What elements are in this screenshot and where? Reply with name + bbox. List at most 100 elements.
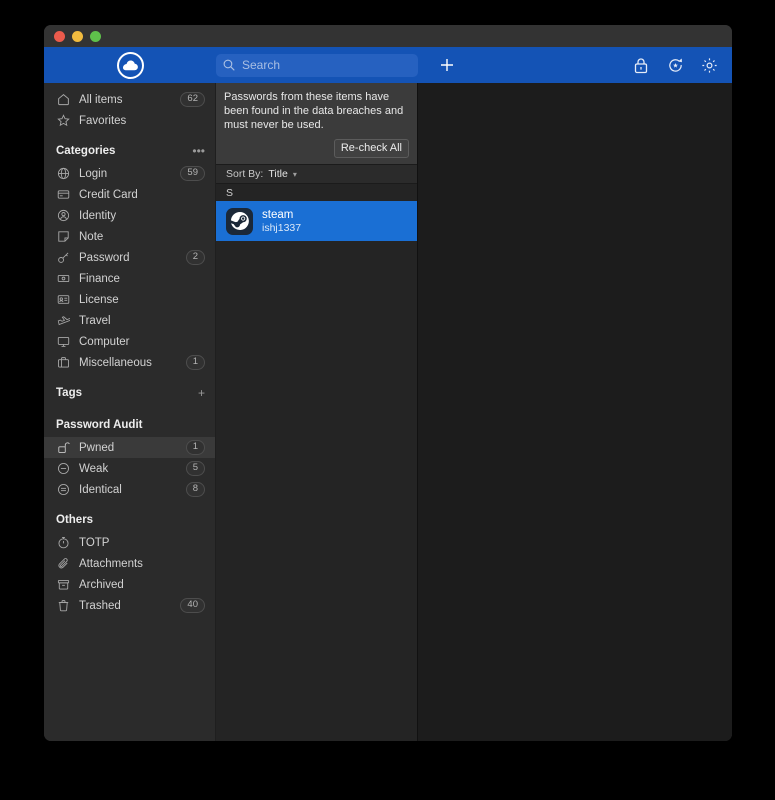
sidebar-item-pwned[interactable]: Pwned 1 <box>44 437 215 458</box>
sync-button[interactable] <box>658 48 692 82</box>
plus-icon <box>441 59 453 71</box>
sidebar-item-trashed[interactable]: Trashed 40 <box>44 595 215 616</box>
steam-icon <box>226 207 253 235</box>
search-input[interactable]: Search <box>216 53 418 77</box>
monitor-icon <box>56 335 70 349</box>
sidebar-label: Note <box>79 230 104 243</box>
sidebar-item-totp[interactable]: TOTP <box>44 532 215 553</box>
identity-icon <box>56 209 70 223</box>
sidebar-label: Travel <box>79 314 111 327</box>
sidebar-label: Credit Card <box>79 188 138 201</box>
sort-bar[interactable]: Sort By: Title ▾ <box>216 165 417 184</box>
toolbar-right-group <box>624 48 726 82</box>
star-icon <box>56 114 70 128</box>
sidebar-item-all-items[interactable]: All items 62 <box>44 89 215 110</box>
sidebar-label: Finance <box>79 272 120 285</box>
toolbar: Search <box>44 47 732 83</box>
gear-icon <box>701 57 717 73</box>
sidebar-label: License <box>79 293 119 306</box>
sidebar-item-miscellaneous[interactable]: Miscellaneous 1 <box>44 352 215 373</box>
sidebar-label: Identity <box>79 209 117 222</box>
sidebar-badge: 1 <box>185 440 205 455</box>
lock-button[interactable] <box>624 48 658 82</box>
timer-icon <box>56 536 70 550</box>
item-list-panel: Passwords from these items have been fou… <box>216 83 418 741</box>
section-title: Tags <box>56 387 82 399</box>
add-item-button[interactable] <box>430 48 464 82</box>
sidebar-label: Pwned <box>79 441 115 454</box>
section-password-audit: Password Audit <box>44 413 215 437</box>
sidebar-label: Miscellaneous <box>79 356 152 369</box>
sidebar-item-favorites[interactable]: Favorites <box>44 110 215 131</box>
section-categories: Categories ••• <box>44 139 215 163</box>
sidebar-item-license[interactable]: License <box>44 289 215 310</box>
breach-notice-text: Passwords from these items have been fou… <box>224 91 404 131</box>
list-group-header: S <box>216 184 417 201</box>
sidebar-item-password[interactable]: Password 2 <box>44 247 215 268</box>
sidebar-label: Password <box>79 251 130 264</box>
list-item-text: steam ishj1337 <box>262 208 301 235</box>
sidebar-label: Computer <box>79 335 130 348</box>
sort-by-value[interactable]: Title <box>268 168 287 180</box>
sidebar-item-attachments[interactable]: Attachments <box>44 553 215 574</box>
note-icon <box>56 230 70 244</box>
sidebar-item-identical[interactable]: Identical 8 <box>44 479 215 500</box>
sidebar-item-computer[interactable]: Computer <box>44 331 215 352</box>
sidebar-label: All items <box>79 93 123 106</box>
zoom-button[interactable] <box>90 30 101 42</box>
sidebar-item-archived[interactable]: Archived <box>44 574 215 595</box>
breach-notice-actions: Re-check All <box>224 139 409 158</box>
unlocked-icon <box>56 441 70 455</box>
close-button[interactable] <box>54 30 65 42</box>
sidebar-label: Favorites <box>79 114 127 127</box>
cloud-glyph <box>122 60 138 70</box>
breach-notice: Passwords from these items have been fou… <box>216 83 417 165</box>
add-tag-button[interactable]: + <box>198 387 205 399</box>
sidebar-label: Identical <box>79 483 122 496</box>
sort-by-label: Sort By: <box>226 168 264 180</box>
sidebar-label: Archived <box>79 578 124 591</box>
minimize-button[interactable] <box>72 30 83 42</box>
travel-icon <box>56 314 70 328</box>
sidebar-badge: 2 <box>185 250 205 265</box>
sidebar-label: Trashed <box>79 599 121 612</box>
lock-icon <box>634 57 648 73</box>
section-title: Categories <box>56 145 116 157</box>
briefcase-icon <box>56 356 70 370</box>
sidebar-item-finance[interactable]: Finance <box>44 268 215 289</box>
sidebar-badge: 40 <box>180 598 205 613</box>
minus-circle-icon <box>56 462 70 476</box>
paperclip-icon <box>56 557 70 571</box>
license-icon <box>56 293 70 307</box>
sidebar-badge: 59 <box>180 166 205 181</box>
list-item[interactable]: steam ishj1337 <box>216 201 417 241</box>
list-item-title: steam <box>262 208 294 221</box>
globe-icon <box>56 167 70 181</box>
sidebar: All items 62 Favorites Categories ••• Lo… <box>44 83 216 741</box>
trash-icon <box>56 599 70 613</box>
section-title: Others <box>56 514 94 526</box>
app-window: Search All items 62 Favorites Categories… <box>44 25 732 741</box>
chevron-down-icon[interactable]: ▾ <box>293 170 297 179</box>
sidebar-badge: 1 <box>185 355 205 370</box>
sidebar-item-note[interactable]: Note <box>44 226 215 247</box>
categories-more-button[interactable]: ••• <box>192 145 205 157</box>
sidebar-item-credit-card[interactable]: Credit Card <box>44 184 215 205</box>
sidebar-item-weak[interactable]: Weak 5 <box>44 458 215 479</box>
window-body: All items 62 Favorites Categories ••• Lo… <box>44 83 732 741</box>
sidebar-item-travel[interactable]: Travel <box>44 310 215 331</box>
sidebar-label: TOTP <box>79 536 110 549</box>
section-others: Others <box>44 508 215 532</box>
settings-button[interactable] <box>692 48 726 82</box>
section-title: Password Audit <box>56 419 143 431</box>
credit-card-icon <box>56 188 70 202</box>
sidebar-item-login[interactable]: Login 59 <box>44 163 215 184</box>
recheck-all-button[interactable]: Re-check All <box>333 139 409 158</box>
title-bar <box>44 25 732 47</box>
cloud-icon <box>116 51 144 79</box>
sidebar-label: Login <box>79 167 108 180</box>
key-icon <box>56 251 70 265</box>
sidebar-badge: 62 <box>180 92 205 107</box>
app-logo <box>44 51 216 79</box>
sidebar-item-identity[interactable]: Identity <box>44 205 215 226</box>
